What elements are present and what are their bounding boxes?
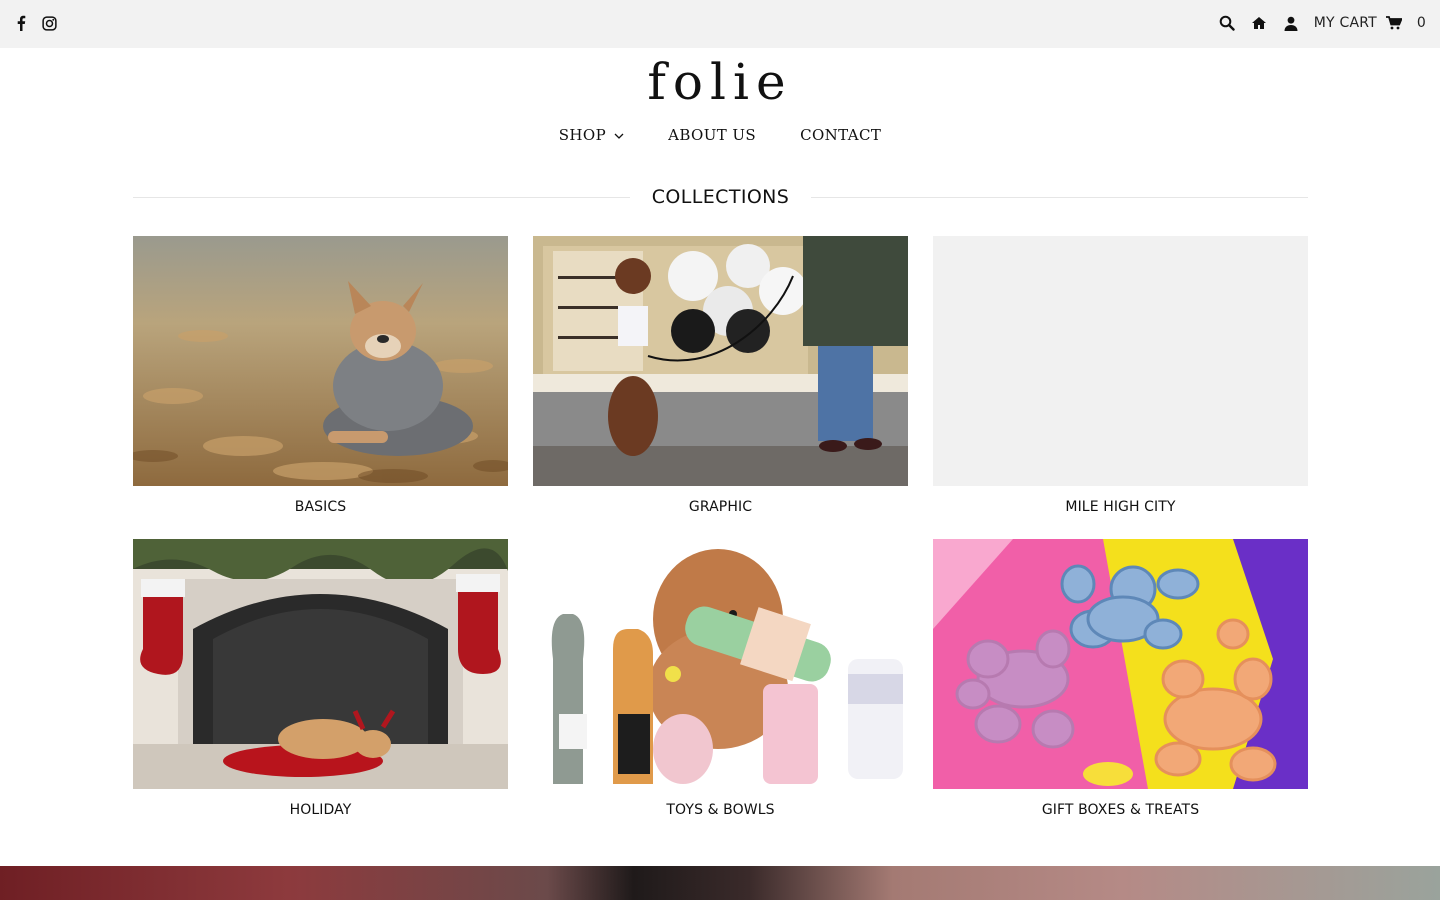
top-bar: MY CART 0 <box>0 0 1440 48</box>
collection-image[interactable] <box>933 539 1308 789</box>
site-logo[interactable]: folie <box>0 52 1440 112</box>
search-icon[interactable] <box>1218 14 1236 32</box>
collection-label[interactable]: HOLIDAY <box>133 802 508 818</box>
cart-count: 0 <box>1416 15 1426 31</box>
collection-card-gift-boxes-treats[interactable]: GIFT BOXES & TREATS <box>933 539 1308 818</box>
collection-label[interactable]: GIFT BOXES & TREATS <box>933 802 1308 818</box>
collection-card-toys-bowls[interactable]: TOYS & BOWLS <box>533 539 908 818</box>
user-icon[interactable] <box>1282 14 1300 32</box>
nav-item-shop[interactable]: SHOP <box>559 126 624 144</box>
divider <box>133 196 630 198</box>
collection-label[interactable]: TOYS & BOWLS <box>533 802 908 818</box>
collections-heading: COLLECTIONS <box>133 184 1309 210</box>
nav-item-contact[interactable]: CONTACT <box>800 126 881 144</box>
instagram-icon[interactable] <box>40 14 58 32</box>
section-title: COLLECTIONS <box>651 186 790 208</box>
collection-label[interactable]: BASICS <box>133 499 508 515</box>
social-links <box>12 14 58 32</box>
collection-image-placeholder[interactable] <box>933 236 1308 486</box>
hero-banner-image <box>0 866 1440 900</box>
collection-image[interactable] <box>133 539 508 789</box>
collection-image[interactable] <box>133 236 508 486</box>
collection-label[interactable]: GRAPHIC <box>533 499 908 515</box>
collection-card-mile-high-city[interactable]: MILE HIGH CITY <box>933 236 1308 515</box>
facebook-icon[interactable] <box>12 14 30 32</box>
cart-button[interactable]: MY CART 0 <box>1314 14 1426 32</box>
collection-label[interactable]: MILE HIGH CITY <box>933 499 1308 515</box>
chevron-down-icon <box>614 126 624 144</box>
nav-item-label: ABOUT US <box>668 126 757 144</box>
collection-card-holiday[interactable]: HOLIDAY <box>133 539 508 818</box>
collection-card-graphic[interactable]: GRAPHIC <box>533 236 908 515</box>
main-nav: SHOP ABOUT US CONTACT <box>0 126 1440 144</box>
cart-label: MY CART <box>1313 15 1377 31</box>
header-tools: MY CART 0 <box>1218 14 1426 32</box>
collection-image[interactable] <box>533 539 908 789</box>
divider <box>811 196 1309 198</box>
shopping-cart-icon <box>1385 14 1403 32</box>
home-icon[interactable] <box>1250 14 1268 32</box>
nav-item-label: SHOP <box>558 126 607 144</box>
nav-item-about-us[interactable]: ABOUT US <box>668 126 756 144</box>
collection-image[interactable] <box>533 236 908 486</box>
collection-card-basics[interactable]: BASICS <box>133 236 508 515</box>
nav-item-label: CONTACT <box>800 126 882 144</box>
